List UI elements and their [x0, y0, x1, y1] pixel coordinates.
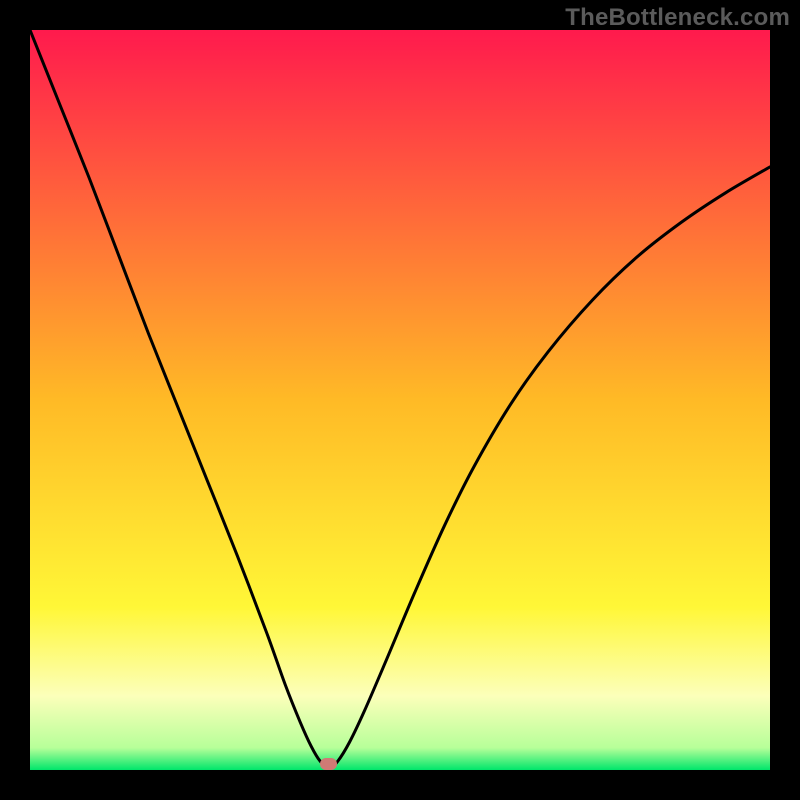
chart-frame: TheBottleneck.com: [0, 0, 800, 800]
bottleneck-curve: [30, 30, 770, 769]
optimal-marker: [320, 758, 337, 770]
watermark-text: TheBottleneck.com: [565, 4, 790, 32]
plot-area: [30, 30, 770, 770]
curve-layer: [30, 30, 770, 770]
